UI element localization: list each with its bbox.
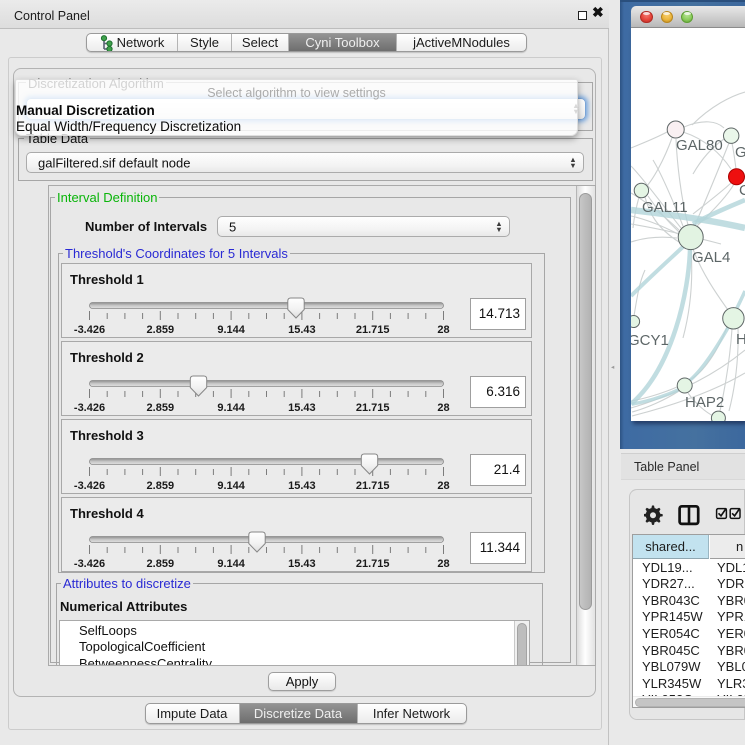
svg-text:-3.426: -3.426 bbox=[74, 480, 105, 492]
svg-text:15.43: 15.43 bbox=[288, 402, 316, 414]
svg-text:HAP2: HAP2 bbox=[685, 394, 724, 411]
svg-text:-3.426: -3.426 bbox=[74, 402, 105, 414]
svg-text:21.715: 21.715 bbox=[356, 480, 390, 492]
svg-text:15.43: 15.43 bbox=[288, 324, 316, 336]
svg-text:28: 28 bbox=[437, 402, 449, 414]
svg-text:GAL11: GAL11 bbox=[642, 199, 688, 216]
svg-text:CD: CD bbox=[739, 182, 745, 199]
svg-text:28: 28 bbox=[437, 480, 449, 492]
svg-text:21.715: 21.715 bbox=[356, 324, 390, 336]
svg-text:9.144: 9.144 bbox=[217, 480, 245, 492]
svg-text:HA: HA bbox=[736, 331, 745, 348]
svg-text:21.715: 21.715 bbox=[356, 402, 390, 414]
svg-text:2.859: 2.859 bbox=[147, 324, 175, 336]
svg-text:9.144: 9.144 bbox=[217, 402, 245, 414]
svg-text:21.715: 21.715 bbox=[356, 558, 390, 570]
svg-text:2.859: 2.859 bbox=[147, 558, 175, 570]
svg-text:28: 28 bbox=[437, 324, 449, 336]
svg-text:15.43: 15.43 bbox=[288, 480, 316, 492]
svg-text:28: 28 bbox=[437, 558, 449, 570]
svg-text:15.43: 15.43 bbox=[288, 558, 316, 570]
svg-text:-3.426: -3.426 bbox=[74, 324, 105, 336]
svg-text:-3.426: -3.426 bbox=[74, 558, 105, 570]
svg-text:GA: GA bbox=[735, 144, 745, 161]
svg-text:GCY1: GCY1 bbox=[631, 332, 669, 349]
svg-text:2.859: 2.859 bbox=[147, 402, 175, 414]
svg-text:GAL4: GAL4 bbox=[692, 249, 730, 266]
svg-text:9.144: 9.144 bbox=[217, 324, 245, 336]
svg-text:9.144: 9.144 bbox=[217, 558, 245, 570]
svg-text:2.859: 2.859 bbox=[147, 480, 175, 492]
svg-text:GAL80: GAL80 bbox=[676, 137, 723, 154]
